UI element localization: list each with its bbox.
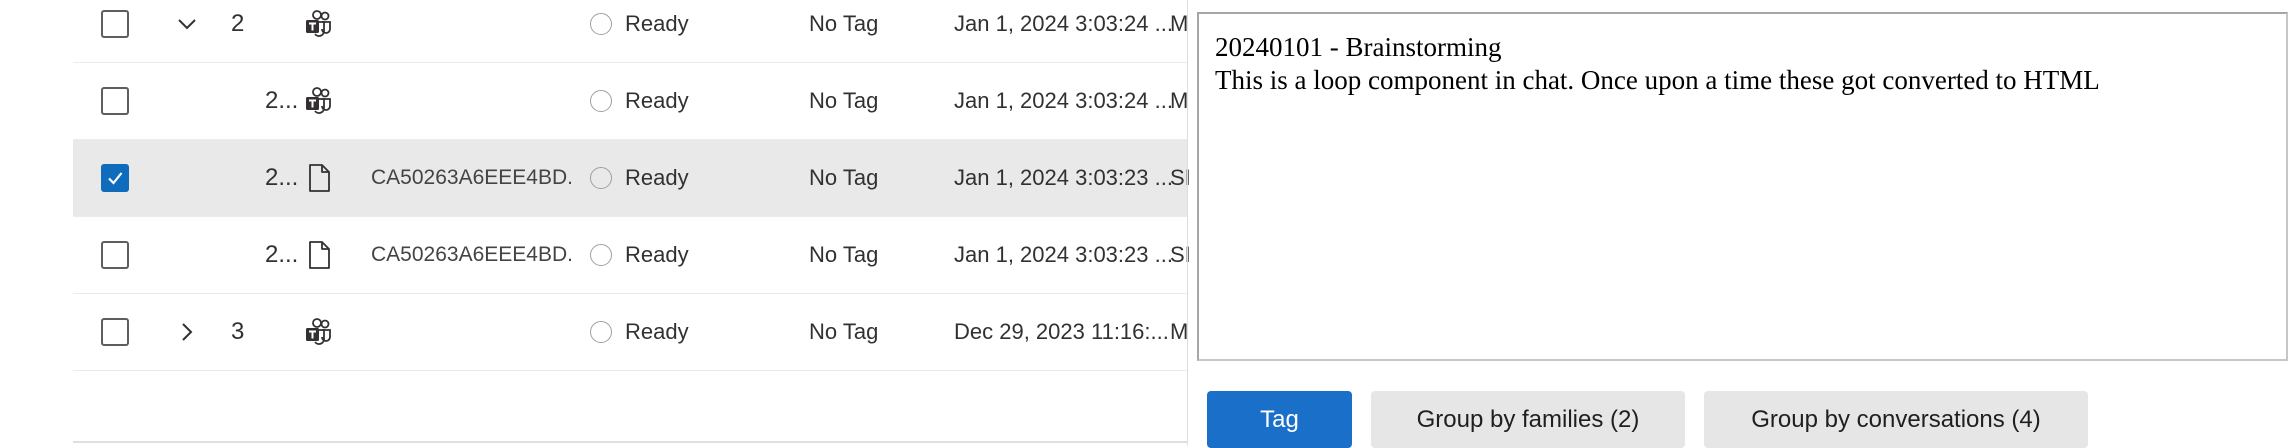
date-text: Jan 1, 2024 3:03:24 ... <box>954 11 1173 36</box>
tag-text: No Tag <box>809 165 879 190</box>
results-grid: 2 Ready No Tag Jan 1, 2024 3:03:24 ... M… <box>73 0 1190 446</box>
preview-title: 20240101 - Brainstorming <box>1215 32 1502 62</box>
group-by-conversations-button[interactable]: Group by conversations (4) <box>1704 391 2088 448</box>
row-checkbox[interactable] <box>101 318 129 346</box>
preview-panel-divider <box>1187 0 1188 446</box>
teams-icon <box>306 318 331 345</box>
status-circle-icon <box>590 244 612 266</box>
teams-icon <box>306 10 331 37</box>
status-text: Ready <box>625 88 689 113</box>
item-count: 2 <box>231 10 245 37</box>
tag-text: No Tag <box>809 11 879 36</box>
file-name <box>371 63 571 139</box>
row-checkbox[interactable] <box>101 241 129 269</box>
group-by-families-button[interactable]: Group by families (2) <box>1371 391 1685 448</box>
row-checkbox[interactable] <box>101 10 129 38</box>
status-circle-icon <box>590 321 612 343</box>
document-icon <box>309 164 330 192</box>
item-count: 2... <box>265 87 299 114</box>
tag-text: No Tag <box>809 88 879 113</box>
tag-text: No Tag <box>809 319 879 344</box>
preview-body: This is a loop component in chat. Once u… <box>1215 65 2100 95</box>
file-name: CA50263A6EEE4BD... <box>371 166 571 189</box>
status-text: Ready <box>625 11 689 36</box>
document-preview[interactable]: 20240101 - Brainstorming This is a loop … <box>1197 12 2288 361</box>
file-name <box>371 0 571 62</box>
status-circle-icon <box>590 90 612 112</box>
table-row[interactable]: 2... CA50263A6EEE4BD... Ready No Tag Jan… <box>73 217 1190 294</box>
table-row[interactable]: 3 Ready No Tag Dec 29, 2023 11:16:... M <box>73 294 1188 371</box>
item-count: 2... <box>265 241 299 268</box>
checkmark-icon <box>108 172 123 185</box>
row-checkbox[interactable] <box>101 87 129 115</box>
file-name <box>371 294 571 370</box>
table-row-selected[interactable]: 2... CA50263A6EEE4BD... Ready No Tag Jan… <box>73 140 1190 217</box>
date-text: Jan 1, 2024 3:03:23 ... <box>954 165 1173 190</box>
date-text: Dec 29, 2023 11:16:... <box>954 319 1169 344</box>
row-checkbox-checked[interactable] <box>101 164 129 192</box>
date-text: Jan 1, 2024 3:03:23 ... <box>954 242 1173 267</box>
document-icon <box>309 241 330 269</box>
date-text: Jan 1, 2024 3:03:24 ... <box>954 88 1173 113</box>
status-text: Ready <box>625 319 689 344</box>
item-count: 3 <box>231 318 245 345</box>
tag-text: No Tag <box>809 242 879 267</box>
item-count: 2... <box>265 164 299 191</box>
tag-button[interactable]: Tag <box>1207 391 1352 448</box>
status-circle-icon <box>590 167 612 189</box>
chevron-right-icon[interactable] <box>173 318 201 346</box>
chevron-down-icon[interactable] <box>173 10 201 38</box>
teams-icon <box>306 87 331 114</box>
grid-bottom-border <box>73 441 1187 443</box>
table-row[interactable]: 2 Ready No Tag Jan 1, 2024 3:03:24 ... M <box>73 0 1188 63</box>
status-text: Ready <box>625 165 689 190</box>
file-name: CA50263A6EEE4BD... <box>371 243 571 266</box>
status-text: Ready <box>625 242 689 267</box>
status-circle-icon <box>590 13 612 35</box>
table-row[interactable]: 2... Ready No Tag Jan 1, 2024 3:03:24 ..… <box>73 63 1188 140</box>
